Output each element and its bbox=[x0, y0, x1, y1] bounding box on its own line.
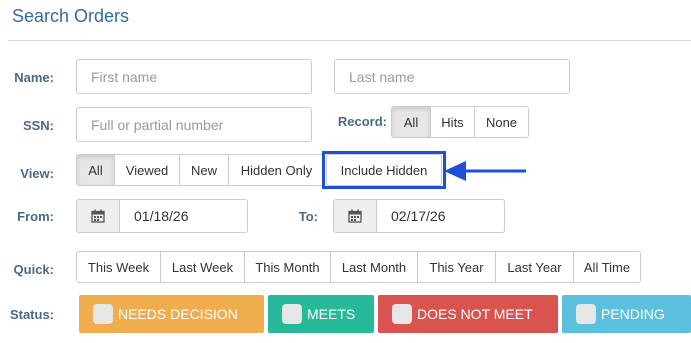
status-pending-label: PENDING bbox=[601, 306, 665, 322]
quick-button-group: This Week Last Week This Month Last Mont… bbox=[76, 251, 641, 283]
view-label: View: bbox=[20, 166, 54, 181]
divider bbox=[8, 40, 691, 41]
record-hits-button[interactable]: Hits bbox=[430, 106, 475, 138]
to-label: To: bbox=[298, 209, 318, 224]
status-meets-label: MEETS bbox=[307, 306, 356, 322]
view-viewed-button[interactable]: Viewed bbox=[114, 154, 180, 186]
page-title: Search Orders bbox=[12, 6, 130, 26]
quick-last-year-button[interactable]: Last Year bbox=[495, 251, 574, 283]
view-hidden-only-button[interactable]: Hidden Only bbox=[228, 154, 325, 186]
from-date-input[interactable]: 01/18/26 bbox=[120, 199, 248, 233]
to-date-picker[interactable]: 02/17/26 bbox=[333, 199, 505, 233]
highlight-box bbox=[322, 151, 446, 189]
record-label: Record: bbox=[337, 114, 387, 129]
record-none-button[interactable]: None bbox=[474, 106, 529, 138]
ssn-label: SSN: bbox=[22, 118, 54, 133]
status-pending[interactable]: PENDING bbox=[562, 295, 691, 333]
quick-all-time-button[interactable]: All Time bbox=[573, 251, 641, 283]
checkbox[interactable] bbox=[392, 304, 412, 324]
status-label: Status: bbox=[9, 307, 54, 322]
quick-last-week-button[interactable]: Last Week bbox=[160, 251, 245, 283]
calendar-icon[interactable] bbox=[333, 199, 377, 233]
record-button-group: All Hits None bbox=[391, 106, 529, 138]
record-all-button[interactable]: All bbox=[391, 106, 431, 138]
quick-label: Quick: bbox=[13, 262, 54, 277]
checkbox[interactable] bbox=[576, 304, 596, 324]
status-does-not-meet-label: DOES NOT MEET bbox=[417, 306, 533, 322]
ssn-input[interactable]: Full or partial number bbox=[76, 107, 312, 142]
checkbox[interactable] bbox=[93, 304, 113, 324]
status-needs-decision[interactable]: NEEDS DECISION bbox=[79, 295, 264, 333]
quick-last-month-button[interactable]: Last Month bbox=[330, 251, 418, 283]
view-all-button[interactable]: All bbox=[76, 154, 115, 186]
to-date-input[interactable]: 02/17/26 bbox=[377, 199, 505, 233]
status-meets[interactable]: MEETS bbox=[268, 295, 374, 333]
from-date-picker[interactable]: 01/18/26 bbox=[76, 199, 248, 233]
from-label: From: bbox=[17, 209, 54, 224]
last-name-input[interactable]: Last name bbox=[334, 59, 570, 94]
first-name-input[interactable]: First name bbox=[76, 59, 312, 94]
calendar-icon[interactable] bbox=[76, 199, 120, 233]
arrow-icon bbox=[444, 161, 526, 181]
name-label: Name: bbox=[14, 70, 54, 85]
quick-this-month-button[interactable]: This Month bbox=[244, 251, 331, 283]
checkbox[interactable] bbox=[282, 304, 302, 324]
status-does-not-meet[interactable]: DOES NOT MEET bbox=[378, 295, 558, 333]
view-new-button[interactable]: New bbox=[179, 154, 229, 186]
status-needs-decision-label: NEEDS DECISION bbox=[118, 306, 238, 322]
quick-this-year-button[interactable]: This Year bbox=[417, 251, 496, 283]
quick-this-week-button[interactable]: This Week bbox=[76, 251, 161, 283]
view-button-group: All Viewed New Hidden Only bbox=[76, 154, 325, 186]
